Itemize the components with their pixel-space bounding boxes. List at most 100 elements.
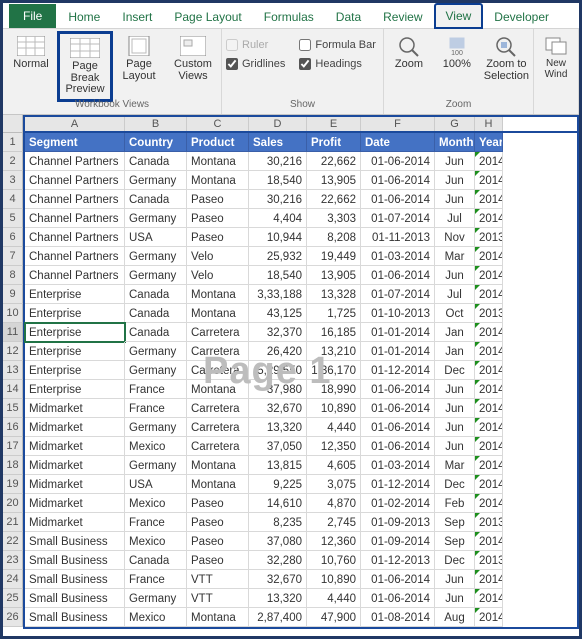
row-header[interactable]: 6 <box>3 228 23 247</box>
cell[interactable]: 2014 <box>475 532 503 551</box>
row-header[interactable]: 26 <box>3 608 23 627</box>
cell[interactable]: 10,890 <box>307 570 361 589</box>
cell[interactable]: Montana <box>187 285 249 304</box>
cell[interactable]: Channel Partners <box>25 171 125 190</box>
cell[interactable]: 25,932 <box>249 247 307 266</box>
cell[interactable]: Small Business <box>25 608 125 627</box>
cell[interactable]: 13,210 <box>307 342 361 361</box>
select-all-corner[interactable] <box>3 115 23 133</box>
cell[interactable]: 01-03-2014 <box>361 456 435 475</box>
cell[interactable]: 10,760 <box>307 551 361 570</box>
cell[interactable]: Germany <box>125 171 187 190</box>
cell[interactable]: Enterprise <box>25 304 125 323</box>
cell[interactable]: Jun <box>435 437 475 456</box>
cell[interactable]: 13,815 <box>249 456 307 475</box>
cell[interactable]: Jul <box>435 285 475 304</box>
cell[interactable]: 10,890 <box>307 399 361 418</box>
cell[interactable]: Nov <box>435 228 475 247</box>
cell[interactable]: 2014 <box>475 323 503 342</box>
cell[interactable]: 13,905 <box>307 171 361 190</box>
cell[interactable]: 01-06-2014 <box>361 399 435 418</box>
cell[interactable]: Enterprise <box>25 380 125 399</box>
cell[interactable]: Dec <box>435 475 475 494</box>
cell[interactable]: 01-12-2014 <box>361 475 435 494</box>
tab-data[interactable]: Data <box>326 6 371 28</box>
cell[interactable]: 2014 <box>475 570 503 589</box>
cell[interactable]: Paseo <box>187 513 249 532</box>
cell[interactable]: 4,404 <box>249 209 307 228</box>
cell[interactable]: Montana <box>187 456 249 475</box>
cell[interactable]: 2014 <box>475 494 503 513</box>
cell[interactable]: Midmarket <box>25 475 125 494</box>
cell[interactable]: Carretera <box>187 342 249 361</box>
cell[interactable]: 2014 <box>475 589 503 608</box>
cell[interactable]: Germany <box>125 418 187 437</box>
worksheet-grid[interactable]: SegmentCountryProductSalesProfitDateMont… <box>23 133 579 629</box>
header-cell[interactable]: Year <box>475 133 503 152</box>
zoom-100-button[interactable]: 100 100% <box>436 35 478 71</box>
cell[interactable]: 2014 <box>475 152 503 171</box>
page-layout-button[interactable]: Page Layout <box>115 35 163 82</box>
cell[interactable]: 01-08-2014 <box>361 608 435 627</box>
tab-home[interactable]: Home <box>58 6 110 28</box>
cell[interactable]: Germany <box>125 209 187 228</box>
cell[interactable]: 30,216 <box>249 190 307 209</box>
cell[interactable]: 01-06-2014 <box>361 171 435 190</box>
cell[interactable]: Jun <box>435 171 475 190</box>
row-header[interactable]: 17 <box>3 437 23 456</box>
cell[interactable]: Channel Partners <box>25 152 125 171</box>
cell[interactable]: USA <box>125 475 187 494</box>
cell[interactable]: Paseo <box>187 532 249 551</box>
cell[interactable]: 01-07-2014 <box>361 285 435 304</box>
cell[interactable]: Germany <box>125 342 187 361</box>
cell[interactable]: Midmarket <box>25 456 125 475</box>
cell[interactable]: 2014 <box>475 380 503 399</box>
cell[interactable]: 2014 <box>475 399 503 418</box>
cell[interactable]: 37,080 <box>249 532 307 551</box>
cell[interactable]: 30,216 <box>249 152 307 171</box>
row-header[interactable]: 16 <box>3 418 23 437</box>
cell[interactable]: 01-12-2013 <box>361 551 435 570</box>
cell[interactable]: 1,36,170 <box>307 361 361 380</box>
new-window-button[interactable]: NewWind <box>538 35 574 80</box>
cell[interactable]: Mar <box>435 456 475 475</box>
cell[interactable]: Aug <box>435 608 475 627</box>
cell[interactable]: Jun <box>435 152 475 171</box>
cell[interactable]: 32,280 <box>249 551 307 570</box>
cell[interactable]: France <box>125 399 187 418</box>
cell[interactable]: 2014 <box>475 475 503 494</box>
cell[interactable]: Carretera <box>187 418 249 437</box>
cell[interactable]: Jun <box>435 589 475 608</box>
cell[interactable]: Oct <box>435 304 475 323</box>
cell[interactable]: 9,225 <box>249 475 307 494</box>
cell[interactable]: 22,662 <box>307 152 361 171</box>
cell[interactable]: Montana <box>187 152 249 171</box>
cell[interactable]: 2014 <box>475 456 503 475</box>
zoom-button[interactable]: Zoom <box>388 35 430 71</box>
col-header-F[interactable]: F <box>361 117 435 131</box>
tab-view[interactable]: View <box>435 4 483 28</box>
cell[interactable]: 01-06-2014 <box>361 152 435 171</box>
cell[interactable]: Jan <box>435 342 475 361</box>
header-cell[interactable]: Month <box>435 133 475 152</box>
col-header-C[interactable]: C <box>187 117 249 131</box>
formula-bar-checkbox[interactable]: Formula Bar <box>299 37 376 53</box>
zoom-to-selection-button[interactable]: Zoom to Selection <box>484 35 529 82</box>
cell[interactable]: 12,350 <box>307 437 361 456</box>
cell[interactable]: 2014 <box>475 418 503 437</box>
cell[interactable]: Channel Partners <box>25 209 125 228</box>
row-header[interactable]: 11 <box>3 323 23 342</box>
cell[interactable]: Small Business <box>25 551 125 570</box>
page-break-preview-button[interactable]: Page Break Preview <box>61 35 109 98</box>
cell[interactable]: 01-09-2014 <box>361 532 435 551</box>
cell[interactable]: 32,670 <box>249 399 307 418</box>
cell[interactable]: 2013 <box>475 513 503 532</box>
header-cell[interactable]: Sales <box>249 133 307 152</box>
cell[interactable]: VTT <box>187 570 249 589</box>
cell[interactable]: Jun <box>435 418 475 437</box>
cell[interactable]: 2014 <box>475 190 503 209</box>
cell[interactable]: Montana <box>187 608 249 627</box>
cell[interactable]: Jun <box>435 380 475 399</box>
tab-file[interactable]: File <box>9 4 56 28</box>
cell[interactable]: 2014 <box>475 285 503 304</box>
